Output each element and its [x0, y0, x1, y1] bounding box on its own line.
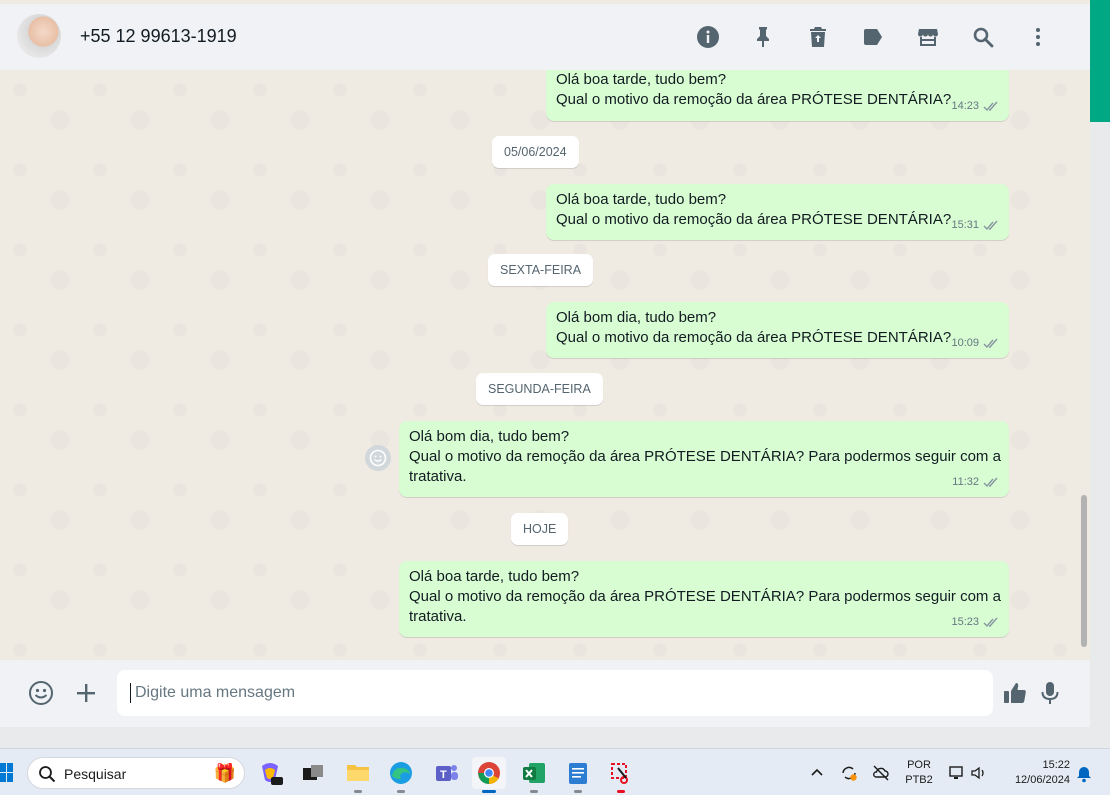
pin-icon[interactable]: [735, 20, 790, 54]
keyboard-layout: PTB2: [905, 774, 933, 786]
message-line: tratativa.: [409, 608, 467, 625]
clock-date: 12/06/2024: [1014, 774, 1070, 786]
app-indicator: [397, 790, 405, 793]
contact-avatar[interactable]: [17, 14, 61, 58]
app-indicator: [617, 790, 625, 793]
app-indicator: [354, 790, 362, 793]
text-caret: [130, 683, 131, 703]
input-language[interactable]: POR PTB2: [900, 758, 938, 788]
sync-icon[interactable]: [840, 764, 858, 782]
message-meta: 11:32: [952, 472, 999, 492]
message-line: tratativa.: [409, 468, 467, 485]
network-icon[interactable]: [948, 764, 966, 782]
composer-bar: [0, 660, 1090, 727]
smiley-icon: [369, 449, 387, 467]
snipping-tool-icon[interactable]: [604, 757, 638, 793]
copilot-app-icon[interactable]: [253, 757, 287, 789]
message-line: Qual o motivo da remoção da área PRÓTESE…: [409, 588, 1001, 605]
chat-scrollbar[interactable]: [1081, 495, 1087, 647]
svg-text:T: T: [440, 769, 447, 781]
search-icon: [39, 766, 56, 783]
delete-icon[interactable]: [790, 20, 845, 54]
language-code: POR: [907, 759, 931, 771]
window-accent-edge: [1090, 4, 1110, 122]
message-time: 11:32: [952, 476, 979, 488]
message-line: Qual o motivo da remoção da área PRÓTESE…: [556, 329, 952, 346]
read-receipt-icon: [983, 220, 998, 230]
message-bubble[interactable]: Olá boa tarde, tudo bem? Qual o motivo d…: [546, 184, 1009, 240]
windows-start-icon[interactable]: [0, 763, 14, 783]
read-receipt-icon: [983, 338, 998, 348]
notepad-app-icon[interactable]: [561, 757, 595, 793]
date-separator: 05/06/2024: [492, 136, 579, 168]
message-time: 10:09: [951, 337, 979, 349]
menu-icon[interactable]: [1010, 20, 1065, 54]
message-line: Olá boa tarde, tudo bem?: [409, 568, 580, 585]
message-meta: 14:23: [951, 96, 999, 116]
search-placeholder: Pesquisar: [64, 766, 127, 782]
message-line: Qual o motivo da remoção da área PRÓTESE…: [556, 211, 952, 228]
message-meta: 15:31: [951, 215, 999, 235]
message-time: 15:31: [951, 219, 979, 231]
message-line: Olá boa tarde, tudo bem?: [556, 71, 727, 88]
date-separator: SEGUNDA-FEIRA: [476, 373, 603, 405]
clock[interactable]: 15:22 12/06/2024: [1000, 758, 1070, 788]
clock-time: 15:22: [1042, 759, 1070, 771]
contact-name[interactable]: +55 12 99613-1919: [80, 26, 237, 47]
task-view-icon[interactable]: [296, 757, 330, 789]
message-meta: 15:23: [951, 612, 999, 632]
message-bubble[interactable]: Olá bom dia, tudo bem? Qual o motivo da …: [399, 421, 1009, 497]
thumbs-up-icon[interactable]: [1000, 678, 1030, 708]
microphone-icon[interactable]: [1035, 678, 1065, 708]
search-icon[interactable]: [955, 20, 1010, 54]
chat-header[interactable]: +55 12 99613-1919: [0, 4, 1090, 70]
label-icon[interactable]: [845, 20, 900, 54]
message-line: Qual o motivo da remoção da área PRÓTESE…: [556, 91, 952, 108]
edge-browser-icon[interactable]: [384, 757, 418, 793]
read-receipt-icon: [983, 617, 998, 627]
chrome-browser-icon[interactable]: [472, 757, 506, 793]
message-list[interactable]: Olá boa tarde, tudo bem? Qual o motivo d…: [0, 70, 1090, 660]
read-receipt-icon: [983, 477, 998, 487]
app-indicator: [530, 790, 538, 793]
store-icon[interactable]: [900, 20, 955, 54]
attach-plus-icon[interactable]: [71, 678, 101, 708]
notification-bell-icon[interactable]: [1075, 765, 1093, 783]
app-indicator: [482, 790, 496, 793]
cloud-offline-icon[interactable]: [872, 764, 890, 782]
taskbar-search[interactable]: Pesquisar 🎁: [27, 757, 245, 789]
window-edge: [1090, 122, 1110, 748]
message-line: Olá bom dia, tudo bem?: [556, 309, 717, 326]
message-time: 14:23: [951, 100, 979, 112]
windows-taskbar: Pesquisar 🎁 T POR PTB2 15:22 12/06/2024: [0, 748, 1110, 795]
message-line: Olá bom dia, tudo bem?: [409, 428, 570, 445]
message-bubble[interactable]: Olá boa tarde, tudo bem? Qual o motivo d…: [399, 561, 1009, 637]
header-actions: [680, 20, 1065, 54]
message-line: Qual o motivo da remoção da área PRÓTESE…: [409, 448, 1001, 465]
message-time: 15:23: [951, 616, 979, 628]
teams-app-icon[interactable]: T: [430, 757, 464, 789]
message-bubble[interactable]: Olá boa tarde, tudo bem? Qual o motivo d…: [546, 70, 1009, 121]
emoji-icon[interactable]: [26, 678, 56, 708]
whatsapp-window: +55 12 99613-1919 Olá boa tarde, tudo be…: [0, 0, 1090, 727]
app-indicator: [574, 790, 582, 793]
message-input[interactable]: [117, 670, 993, 716]
volume-icon[interactable]: [970, 764, 988, 782]
app-indicator: [266, 790, 274, 793]
gift-icon: 🎁: [213, 763, 236, 783]
message-meta: 10:09: [951, 333, 999, 353]
file-explorer-icon[interactable]: [341, 757, 375, 793]
react-emoji-button[interactable]: [365, 445, 391, 471]
date-separator: HOJE: [511, 513, 569, 545]
excel-app-icon[interactable]: [517, 757, 551, 793]
message-line: Olá boa tarde, tudo bem?: [556, 191, 727, 208]
chevron-up-icon[interactable]: [808, 764, 826, 782]
info-icon[interactable]: [680, 20, 735, 54]
read-receipt-icon: [983, 101, 998, 111]
message-bubble[interactable]: Olá bom dia, tudo bem? Qual o motivo da …: [546, 302, 1009, 358]
date-separator: SEXTA-FEIRA: [488, 254, 594, 286]
